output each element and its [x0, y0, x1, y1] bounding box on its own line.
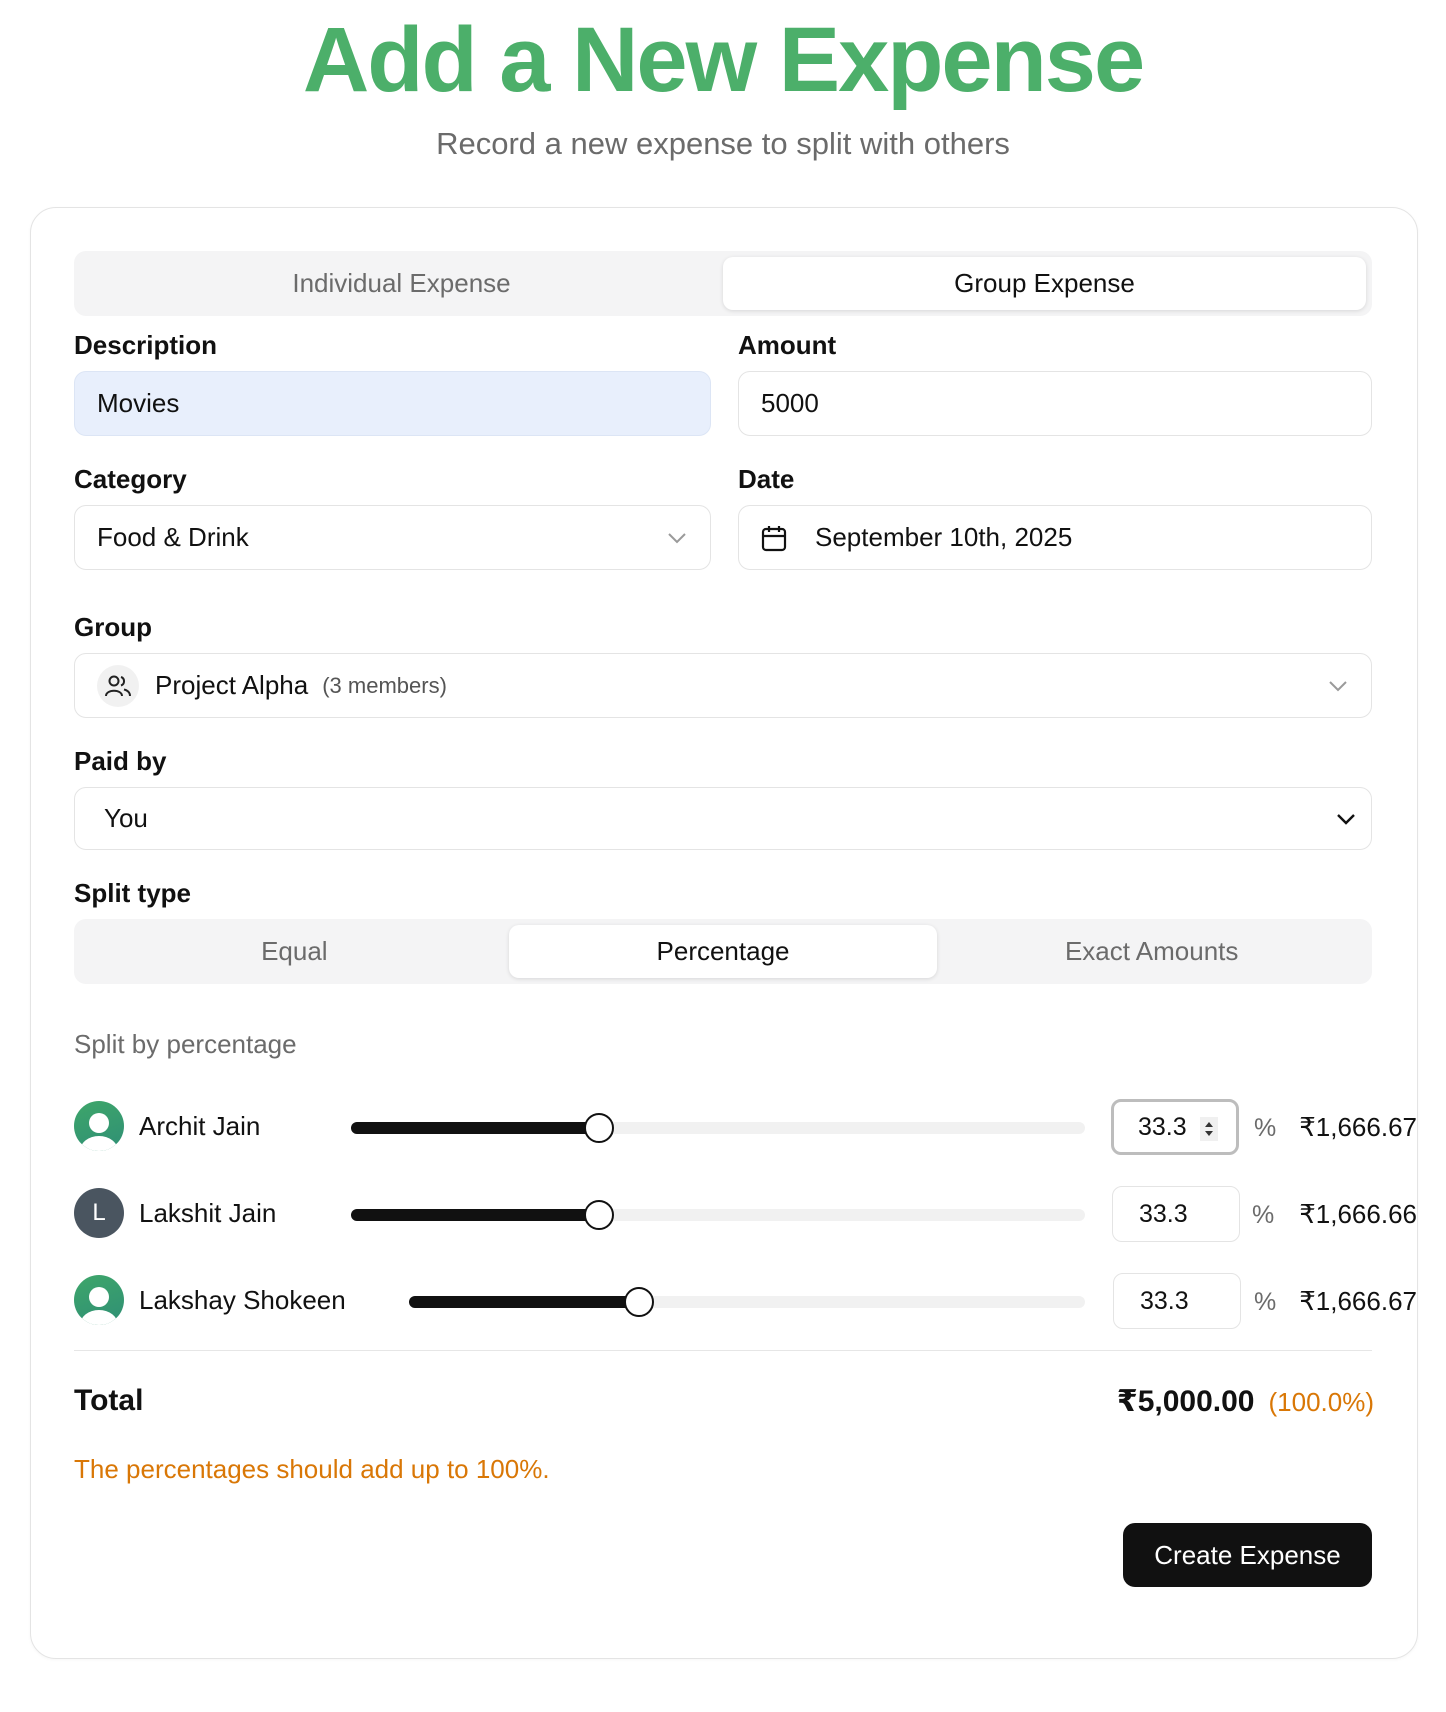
chevron-down-icon: [666, 527, 688, 549]
category-label: Category: [74, 464, 187, 494]
total-label: Total: [74, 1384, 144, 1417]
split-row: Archit Jain 33.3 % ₹1,666.67: [74, 1095, 1417, 1155]
slider-fill: [409, 1296, 639, 1308]
avatar: L: [74, 1188, 124, 1238]
split-type-toggle: Equal Percentage Exact Amounts: [74, 919, 1372, 984]
avatar: [74, 1101, 124, 1151]
group-select[interactable]: Project Alpha (3 members): [74, 653, 1372, 718]
description-input[interactable]: Movies: [74, 371, 711, 436]
slider-thumb[interactable]: [584, 1113, 614, 1143]
date-picker[interactable]: September 10th, 2025: [738, 505, 1372, 570]
split-hint: Split by percentage: [74, 1029, 297, 1059]
percentage-slider[interactable]: [351, 1113, 1085, 1143]
category-select[interactable]: Food & Drink: [74, 505, 711, 570]
total-summary: ₹5,000.00 (100.0%): [1117, 1384, 1374, 1419]
person-name: Lakshit Jain: [139, 1198, 277, 1228]
page-subtitle: Record a new expense to split with other…: [436, 126, 1010, 161]
group-label: Group: [74, 612, 152, 642]
split-row: L Lakshit Jain 33.3 % ₹1,666.66: [74, 1182, 1417, 1242]
tab-equal[interactable]: Equal: [80, 925, 509, 978]
calendar-icon: [761, 524, 787, 552]
percentage-input[interactable]: 33.3: [1112, 1186, 1240, 1242]
percentage-slider[interactable]: [409, 1287, 1085, 1317]
slider-fill: [351, 1122, 599, 1134]
group-value: Project Alpha: [155, 670, 309, 700]
tab-group-expense[interactable]: Group Expense: [723, 257, 1366, 310]
users-icon: [97, 664, 139, 707]
amount-label: Amount: [738, 330, 837, 360]
slider-thumb[interactable]: [624, 1287, 654, 1317]
total-amount: ₹5,000.00: [1116, 1385, 1255, 1418]
percentage-input[interactable]: 33.3: [1113, 1273, 1241, 1329]
create-expense-button[interactable]: Create Expense: [1123, 1523, 1372, 1587]
percentage-slider[interactable]: [351, 1200, 1085, 1230]
person-name: Lakshay Shokeen: [139, 1285, 346, 1315]
tab-individual-expense[interactable]: Individual Expense: [80, 257, 723, 310]
date-value: September 10th, 2025: [815, 522, 1073, 552]
paid-by-select[interactable]: You: [74, 787, 1372, 850]
percentage-value: 33.3: [1139, 1199, 1188, 1228]
expense-type-toggle: Individual Expense Group Expense: [74, 251, 1372, 316]
page-header: Add a New Expense Record a new expense t…: [0, 0, 1446, 162]
total-percentage: (100.0%): [1268, 1387, 1375, 1417]
group-members-count: (3 members): [322, 672, 447, 698]
person-name: Archit Jain: [139, 1111, 261, 1141]
percentage-value: 33.3: [1138, 1112, 1187, 1141]
percent-symbol: %: [1254, 1114, 1277, 1142]
divider: [74, 1350, 1372, 1351]
validation-warning: The percentages should add up to 100%.: [74, 1454, 550, 1484]
slider-fill: [351, 1209, 599, 1221]
split-type-label: Split type: [74, 878, 192, 908]
percentage-input[interactable]: 33.3: [1111, 1099, 1239, 1155]
split-amount: ₹1,666.66: [1299, 1199, 1417, 1229]
chevron-down-icon: [1327, 675, 1349, 697]
split-amount: ₹1,666.67: [1299, 1286, 1417, 1316]
chevron-down-icon: [1335, 808, 1357, 830]
amount-input[interactable]: 5000: [738, 371, 1372, 436]
slider-thumb[interactable]: [584, 1200, 614, 1230]
description-label: Description: [74, 330, 218, 360]
split-amount: ₹1,666.67: [1299, 1112, 1417, 1142]
tab-percentage[interactable]: Percentage: [508, 925, 938, 978]
spinner-icon[interactable]: [1200, 1117, 1218, 1141]
tab-exact-amounts[interactable]: Exact Amounts: [937, 925, 1366, 978]
split-row: Lakshay Shokeen 33.3 % ₹1,666.67: [74, 1269, 1417, 1329]
page-title: Add a New Expense: [302, 9, 1145, 111]
date-label: Date: [738, 464, 795, 494]
expense-form-card: Individual Expense Group Expense Descrip…: [30, 207, 1418, 1659]
paid-by-value: You: [104, 803, 148, 833]
percentage-value: 33.3: [1140, 1286, 1189, 1315]
percent-symbol: %: [1254, 1288, 1277, 1316]
paid-by-label: Paid by: [74, 746, 167, 776]
category-value: Food & Drink: [97, 522, 249, 552]
description-value: Movies: [97, 388, 180, 418]
avatar: [74, 1275, 124, 1325]
percent-symbol: %: [1252, 1201, 1275, 1229]
amount-value: 5000: [761, 388, 819, 418]
